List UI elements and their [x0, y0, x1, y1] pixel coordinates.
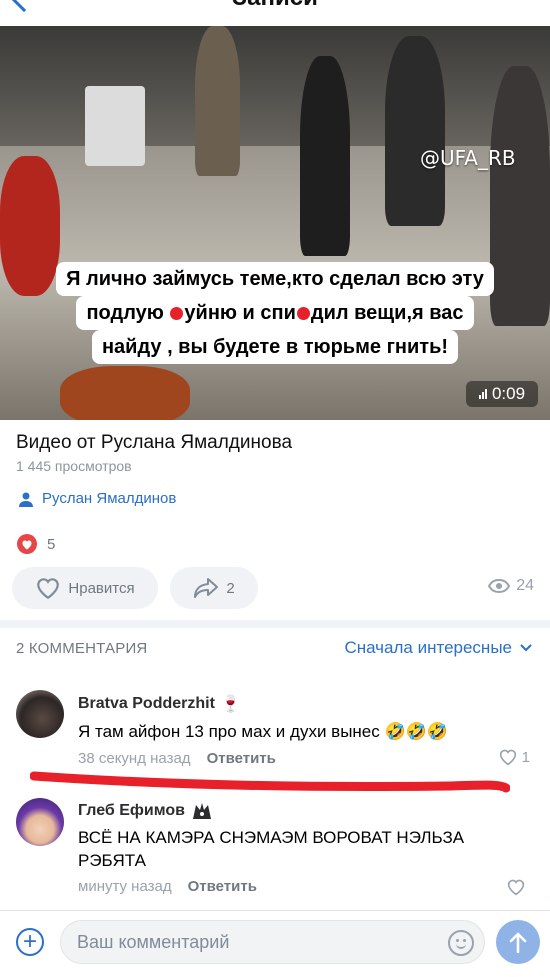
- signal-bars-icon: [478, 389, 487, 399]
- share-button[interactable]: 2: [170, 567, 258, 609]
- like-button[interactable]: Нравится: [12, 567, 158, 609]
- red-censor-dot-icon: [170, 307, 184, 320]
- avatar[interactable]: [16, 798, 64, 846]
- top-bar: Записи: [0, 0, 550, 26]
- comment-input[interactable]: Ваш комментарий: [60, 920, 485, 964]
- comment-time: минуту назад: [78, 878, 172, 895]
- comment-composer: + Ваш комментарий: [0, 914, 550, 970]
- emoji-smile-icon[interactable]: [448, 930, 474, 956]
- author-name: Руслан Ямалдинов: [42, 490, 177, 507]
- comments-sort-dropdown[interactable]: Сначала интересные: [344, 638, 532, 658]
- comment-item: Bratva Podderzhit 🍷 Я там айфон 13 про м…: [0, 690, 550, 768]
- caption-line-2: подлую уйню и спи дил вещи,я вас: [76, 296, 474, 330]
- avatar[interactable]: [16, 690, 64, 738]
- comment-text: Я там айфон 13 про мах и духи вынес 🤣🤣🤣: [78, 722, 448, 741]
- like-label: Нравится: [68, 579, 135, 597]
- comment-like-button[interactable]: [506, 878, 530, 896]
- comment-input-placeholder: Ваш комментарий: [77, 931, 230, 952]
- heart-outline-icon: [37, 578, 60, 600]
- caption-line-1: Я лично займусь теме,кто сделал всю эту: [56, 262, 494, 296]
- view-count: 24: [488, 577, 534, 595]
- video-figure: [195, 26, 240, 176]
- author-link[interactable]: Руслан Ямалдинов: [18, 490, 176, 507]
- video-title: Видео от Руслана Ямалдинова: [16, 432, 293, 453]
- video-duration: 0:09: [491, 384, 526, 403]
- arrow-up-icon: [509, 932, 527, 953]
- reaction-count: 5: [47, 535, 56, 553]
- video-views: 1 445 просмотров: [16, 458, 132, 474]
- user-icon: [19, 492, 33, 507]
- reactions-summary[interactable]: 5: [17, 534, 55, 554]
- red-censor-dot-icon: [296, 307, 310, 320]
- heart-reaction-icon: [17, 534, 37, 554]
- video-caption: Я лично займусь теме,кто сделал всю эту …: [0, 262, 550, 364]
- video-object: [60, 366, 190, 420]
- laughing-emoji-icon: 🤣🤣🤣: [384, 722, 448, 741]
- wolf-badge-icon: [192, 803, 211, 819]
- wine-glass-icon: 🍷: [220, 696, 241, 713]
- reply-button[interactable]: Ответить: [188, 878, 257, 895]
- heart-outline-icon: [507, 879, 525, 896]
- video-duration-badge: 0:09: [466, 381, 538, 407]
- section-divider: [0, 620, 550, 628]
- caption-line-3: найду , вы будете в тюрьме гнить!: [91, 330, 459, 364]
- comments-count-header: 2 КОММЕНТАРИЯ: [16, 640, 148, 657]
- comment-text: ВСЁ НА КАМЭРА СНЭМАЭМ ВОРОВАТ НЭЛЬЗА РЭБ…: [78, 828, 465, 870]
- comment-author[interactable]: Bratva Podderzhit 🍷: [78, 694, 241, 714]
- post-actions: Нравится 2 24: [12, 567, 538, 609]
- composer-divider: [0, 910, 550, 911]
- chevron-down-icon: [520, 644, 532, 652]
- video-watermark: @UFA_RB: [420, 146, 516, 170]
- comment-item: Глеб Ефимов ВСЁ НА КАМЭРА СНЭМАЭМ ВОРОВА…: [0, 798, 550, 898]
- send-button[interactable]: [496, 920, 540, 964]
- video-object: [85, 86, 145, 166]
- share-arrow-icon: [194, 578, 219, 598]
- video-figure: [300, 56, 350, 256]
- comment-like-count: 1: [521, 748, 530, 766]
- home-indicator-area: [0, 970, 550, 977]
- attach-plus-icon[interactable]: +: [16, 928, 44, 956]
- share-count: 2: [226, 579, 235, 597]
- sort-label: Сначала интересные: [344, 638, 512, 657]
- eye-icon: [488, 579, 511, 593]
- page-title: Записи: [0, 0, 550, 12]
- comment-meta: минуту назад Ответить: [78, 878, 257, 895]
- comment-author[interactable]: Глеб Ефимов: [78, 801, 213, 821]
- video-figure: [385, 36, 445, 226]
